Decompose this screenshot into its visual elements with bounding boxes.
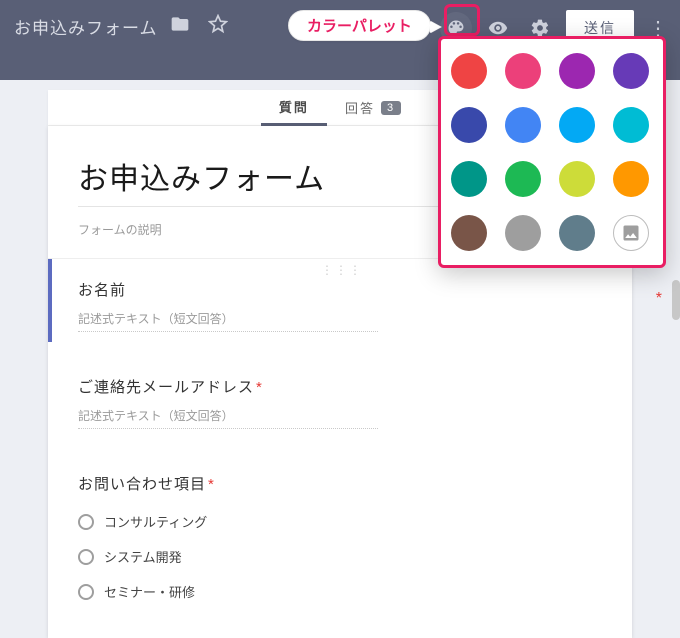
color-swatch[interactable] [451,107,487,143]
required-star: * [656,290,662,308]
responses-badge: 3 [381,101,401,115]
q-title-text: お問い合わせ項目 [78,476,206,493]
option-list: コンサルティングシステム開発セミナー・研修 [78,504,602,609]
color-swatch[interactable] [451,215,487,251]
q-title-text: ご連絡先メールアドレス [78,379,254,396]
tab-responses[interactable]: 回答 3 [327,90,419,126]
question-helper: 記述式テキスト（短文回答） [78,397,378,429]
question-2[interactable]: ご連絡先メールアドレス* 記述式テキスト（短文回答） [48,342,632,439]
tab-responses-label: 回答 [345,98,375,117]
tab-questions[interactable]: 質問 [261,90,327,126]
scrollbar[interactable] [672,280,680,320]
required-star: * [208,476,215,493]
color-swatch[interactable] [505,215,541,251]
question-title[interactable]: お名前 [78,279,602,300]
color-swatch[interactable] [559,161,595,197]
radio-option[interactable]: セミナー・研修 [78,574,602,609]
color-palette-popover [438,36,666,268]
radio-option[interactable]: システム開発 [78,539,602,574]
doc-title[interactable]: お申込みフォーム [14,8,158,39]
color-swatch[interactable] [559,53,595,89]
question-3[interactable]: お問い合わせ項目* コンサルティングシステム開発セミナー・研修 [48,439,632,619]
color-swatch[interactable] [613,53,649,89]
option-label: コンサルティング [104,512,207,531]
required-star: * [256,379,263,396]
color-swatch[interactable] [505,53,541,89]
color-swatch[interactable] [613,161,649,197]
question-title[interactable]: お問い合わせ項目* [78,473,602,494]
radio-icon[interactable] [78,584,94,600]
color-swatch[interactable] [505,161,541,197]
color-swatch[interactable] [505,107,541,143]
color-swatch[interactable] [451,161,487,197]
folder-icon[interactable] [164,8,196,40]
radio-icon[interactable] [78,514,94,530]
question-1[interactable]: ⋮⋮⋮ お名前 記述式テキスト（短文回答） [48,259,632,342]
palette-grid [451,53,653,255]
callout-label: カラーパレット [307,15,412,36]
option-label: セミナー・研修 [104,582,195,601]
radio-option[interactable]: コンサルティング [78,504,602,539]
drag-handle-icon[interactable]: ⋮⋮⋮ [321,263,363,277]
color-swatch[interactable] [613,107,649,143]
question-title[interactable]: ご連絡先メールアドレス* [78,376,602,397]
star-icon[interactable] [202,8,234,40]
annotation-callout: カラーパレット [288,10,431,41]
custom-image-swatch[interactable] [613,215,649,251]
color-swatch[interactable] [559,107,595,143]
radio-icon[interactable] [78,549,94,565]
option-label: システム開発 [104,547,182,566]
color-swatch[interactable] [559,215,595,251]
question-helper: 記述式テキスト（短文回答） [78,300,378,332]
color-swatch[interactable] [451,53,487,89]
